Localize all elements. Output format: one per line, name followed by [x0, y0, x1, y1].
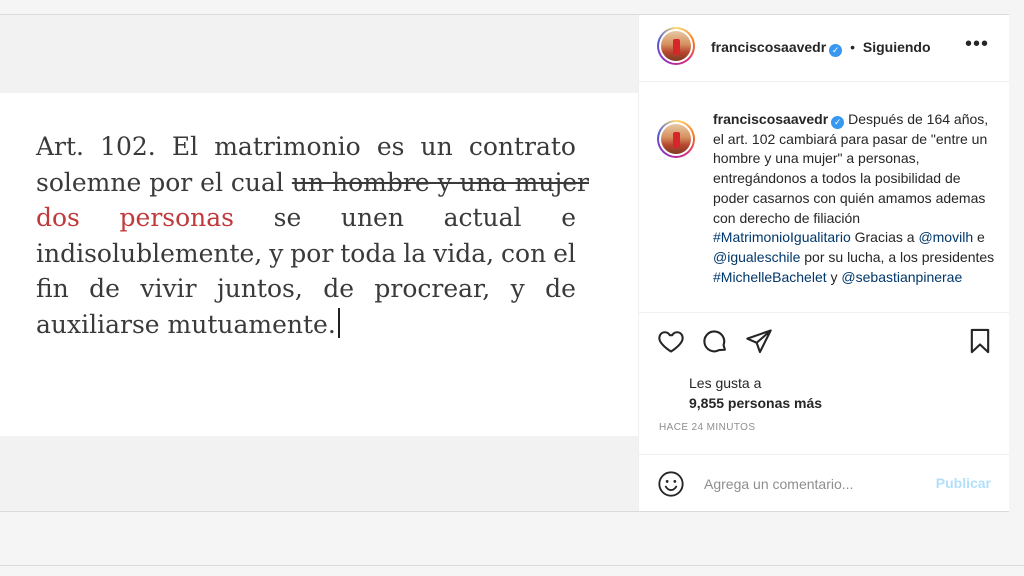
post-image: Art. 102. El matrimonio es un contrato s…	[0, 93, 638, 436]
inserted-text: personas	[119, 203, 234, 232]
verified-badge-icon: ✓	[829, 44, 843, 57]
text-line-2: solemne por el cual un hombre y una muje…	[36, 167, 589, 197]
avatar[interactable]	[657, 27, 695, 65]
hashtag-link[interactable]: #MichelleBachelet	[713, 269, 827, 285]
verified-badge-icon: ✓	[831, 116, 845, 129]
mention-link[interactable]: @sebastianpinerae	[841, 269, 962, 285]
text-line-3: dos personas se unen actual e	[36, 200, 576, 236]
post-caption: franciscosaavedr ✓ Después de 164 años, e…	[713, 111, 995, 285]
law-article-text: Art. 102. El matrimonio es un contrato s…	[36, 129, 589, 343]
post-timestamp[interactable]: HACE 24 MINUTOS	[659, 422, 755, 433]
caption-username-link[interactable]: franciscosaavedr	[713, 111, 828, 127]
text-line-4: indisolublemente, y por toda la vida, co…	[36, 238, 576, 268]
caption-avatar[interactable]	[657, 120, 695, 158]
username-link[interactable]: franciscosaavedr	[711, 39, 826, 55]
more-options-icon[interactable]: •••	[965, 34, 989, 54]
comment-icon[interactable]	[701, 327, 729, 360]
emoji-icon[interactable]	[657, 470, 685, 503]
post-sidebar: franciscosaavedr ✓ • Siguiendo ••• franci…	[638, 15, 1009, 511]
share-icon[interactable]	[745, 327, 773, 360]
text-line-6: auxiliarse mutuamente.	[36, 307, 576, 343]
hashtag-link[interactable]: #MatrimonioIgualitario	[713, 229, 851, 245]
likes-summary[interactable]: Les gusta a 9,855 personas más	[689, 373, 822, 413]
action-bar	[639, 312, 1009, 373]
heart-icon[interactable]	[657, 327, 685, 360]
comments-area[interactable]: franciscosaavedr ✓ Después de 164 años, e…	[639, 82, 1009, 312]
inserted-text: dos	[36, 203, 80, 232]
following-button[interactable]: Siguiendo	[863, 39, 931, 55]
text-cursor	[337, 307, 340, 338]
header-user: franciscosaavedr ✓ • Siguiendo	[711, 39, 931, 57]
separator-dot: •	[850, 39, 855, 55]
bookmark-icon[interactable]	[966, 327, 994, 360]
text-line-5: fin de vivir juntos, de procrear, y de	[36, 274, 576, 303]
struck-text: un hombre y una mujer	[291, 167, 589, 197]
likes-count[interactable]: 9,855 personas más	[689, 393, 822, 413]
mention-link[interactable]: @igualeschile	[713, 249, 800, 265]
post-container: Art. 102. El matrimonio es un contrato s…	[0, 14, 1009, 512]
text-line-1: Art. 102. El matrimonio es un contrato	[36, 132, 576, 161]
comment-input[interactable]	[702, 473, 926, 495]
post-header: franciscosaavedr ✓ • Siguiendo •••	[639, 15, 1009, 82]
post-media[interactable]: Art. 102. El matrimonio es un contrato s…	[0, 15, 638, 511]
publish-button[interactable]: Publicar	[936, 475, 991, 491]
add-comment-bar: Publicar	[639, 454, 1009, 512]
divider	[0, 565, 1024, 566]
mention-link[interactable]: @movilh	[918, 229, 973, 245]
